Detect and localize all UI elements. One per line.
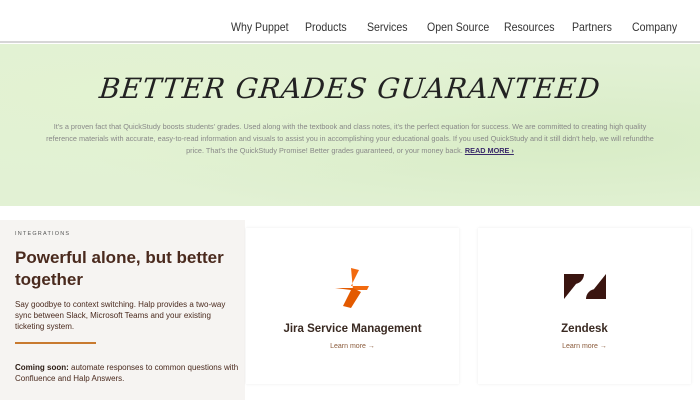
accent-divider: [15, 342, 96, 344]
section-heading: Powerful alone, but better together: [15, 248, 224, 289]
card-title: Zendesk: [561, 323, 608, 335]
guarantee-banner: BETTER GRADES GUARANTEED It's a proven f…: [0, 44, 700, 206]
nav-partners[interactable]: Partners: [572, 20, 612, 34]
nav-services[interactable]: Services: [367, 20, 407, 34]
section-description: Say goodbye to context switching. Halp p…: [15, 300, 226, 331]
top-nav: Why Puppet Products Services Open Source…: [0, 0, 700, 43]
nav-products[interactable]: Products: [305, 20, 347, 34]
jira-card[interactable]: Jira Service Management Learn more →: [246, 228, 459, 384]
card-title: Jira Service Management: [283, 323, 422, 335]
coming-soon-note: Coming soon: automate responses to commo…: [15, 362, 240, 384]
learn-more-link[interactable]: Learn more →: [246, 343, 459, 350]
banner-text: It's a proven fact that QuickStudy boost…: [46, 122, 654, 155]
nav-open-source[interactable]: Open Source: [427, 20, 489, 34]
coming-soon-label: Coming soon:: [15, 363, 69, 372]
read-more-link[interactable]: READ MORE ›: [465, 146, 514, 155]
jira-service-management-icon: [334, 268, 369, 308]
nav-resources[interactable]: Resources: [504, 20, 554, 34]
zendesk-icon: [563, 274, 606, 299]
integrations-intro: INTEGRATIONS Powerful alone, but better …: [0, 220, 245, 400]
learn-more-link[interactable]: Learn more →: [478, 343, 691, 350]
banner-body: It's a proven fact that QuickStudy boost…: [40, 121, 660, 157]
nav-company[interactable]: Company: [632, 20, 677, 34]
zendesk-card[interactable]: Zendesk Learn more →: [478, 228, 691, 384]
nav-why-puppet[interactable]: Why Puppet: [231, 20, 289, 34]
eyebrow-label: INTEGRATIONS: [15, 231, 71, 237]
banner-title: BETTER GRADES GUARANTEED: [97, 72, 603, 105]
